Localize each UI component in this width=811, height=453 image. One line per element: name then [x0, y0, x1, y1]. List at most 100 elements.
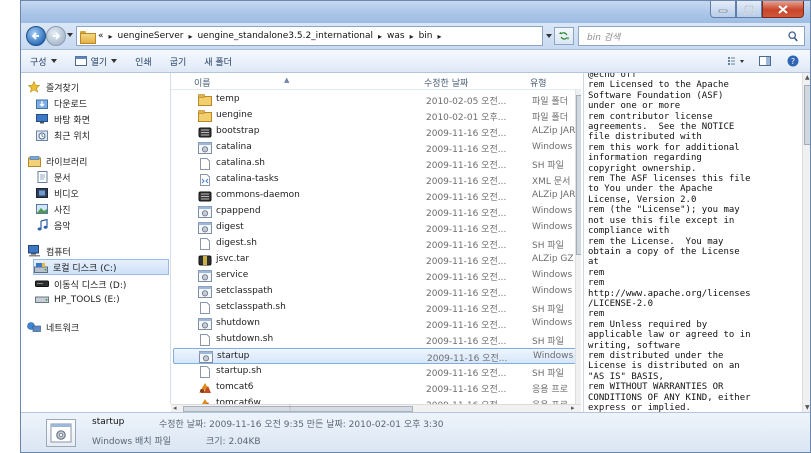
nav-item-network[interactable]: 네트워크: [27, 319, 170, 335]
preview-line: License, Version 2.0: [588, 194, 697, 205]
file-type: XML 문서: [532, 177, 571, 187]
chevron-right-icon[interactable]: ▸: [188, 32, 192, 41]
breadcrumb-item[interactable]: bin: [419, 31, 433, 41]
change-view-button[interactable]: [728, 53, 746, 69]
file-row[interactable]: catalina-tasks 2009-11-16 오전... XML 문서: [173, 172, 577, 188]
file-row[interactable]: cpappend 2009-11-16 오전... Windows: [173, 204, 577, 220]
file-row[interactable]: jsvc.tar 2009-11-16 오전... ALZip GZ: [173, 252, 577, 268]
nav-item-music[interactable]: 음악: [35, 217, 170, 233]
file-list-horizontal-scrollbar[interactable]: ◂ ⦙ ▸: [171, 403, 581, 412]
nav-item-pictures[interactable]: 사진: [35, 201, 170, 217]
file-row[interactable]: catalina 2009-11-16 오전... Windows: [173, 140, 577, 156]
file-row[interactable]: setclasspath.sh 2009-11-16 오전... SH 파일: [173, 300, 577, 316]
file-row[interactable]: tomcat6 2009-11-16 오전... 응용 프로: [173, 380, 577, 396]
title-bar[interactable]: [21, 1, 810, 23]
file-type: SH 파일: [532, 161, 564, 171]
nav-item-documents[interactable]: 문서: [35, 169, 170, 185]
file-type: Windows: [532, 142, 573, 152]
scrollbar-thumb[interactable]: [804, 85, 810, 145]
nav-item-libraries[interactable]: 라이브러리: [27, 153, 170, 169]
file-row[interactable]: bootstrap 2009-11-16 오전... ALZip JAR: [173, 124, 577, 140]
chevron-right-icon[interactable]: ▸: [410, 32, 414, 41]
music-icon: [35, 219, 49, 231]
file-row[interactable]: startup.sh 2009-11-16 오전... SH 파일: [173, 364, 577, 380]
file-name: digest.sh: [216, 238, 257, 248]
scroll-up-icon[interactable]: ▲: [805, 74, 810, 81]
back-button[interactable]: [26, 26, 46, 46]
recent-pages-dropdown[interactable]: [67, 33, 73, 37]
help-button[interactable]: ?: [784, 53, 802, 69]
preview-line: rem: [588, 278, 605, 289]
file-name: jsvc.tar: [216, 254, 250, 264]
burn-button[interactable]: 굽기: [161, 52, 196, 71]
file-row[interactable]: digest 2009-11-16 오전... Windows: [173, 220, 577, 236]
nav-item-desktop[interactable]: 바탕 화면: [35, 111, 170, 127]
file-name: cpappend: [216, 206, 261, 216]
file-row[interactable]: commons-daemon 2009-11-16 오전... ALZip JAR: [173, 188, 577, 204]
chevron-right-icon[interactable]: ▸: [438, 32, 442, 41]
column-header-date[interactable]: 수정한 날짜: [424, 76, 468, 89]
nav-item-recent[interactable]: 최근 위치: [35, 127, 170, 143]
search-icon: [788, 31, 798, 42]
nav-item-downloads[interactable]: 다운로드: [35, 95, 170, 111]
breadcrumb-overflow[interactable]: «: [98, 31, 104, 41]
chevron-right-icon[interactable]: ▸: [378, 32, 382, 41]
print-button[interactable]: 인쇄: [126, 52, 161, 71]
search-input[interactable]: bin 검색: [578, 26, 805, 46]
chevron-right-icon[interactable]: ▸: [109, 32, 113, 41]
minimize-button[interactable]: [710, 1, 736, 18]
scroll-left-icon[interactable]: ◂: [173, 404, 177, 412]
scroll-down-icon[interactable]: ▼: [805, 404, 810, 411]
nav-item-computer[interactable]: 컴퓨터: [27, 243, 170, 259]
breadcrumb-item[interactable]: uengine_standalone3.5.2_international: [197, 31, 373, 41]
scroll-right-icon[interactable]: ▸: [571, 404, 575, 412]
preview-line: copyright ownership.: [588, 163, 697, 174]
scrollbar-thumb[interactable]: [576, 95, 581, 255]
preview-line: to You under the Apache: [588, 184, 713, 195]
file-type: Windows: [533, 351, 574, 361]
file-name: startup.sh: [216, 366, 262, 376]
preview-line: information regarding: [588, 153, 702, 164]
file-date: 2009-11-16 오전...: [426, 241, 507, 251]
preview-line: express or implied.: [588, 403, 691, 412]
file-row[interactable]: service 2009-11-16 오전... Windows: [173, 268, 577, 284]
file-row[interactable]: shutdown 2009-11-16 오전... Windows: [173, 316, 577, 332]
file-list-vertical-scrollbar[interactable]: [575, 90, 581, 404]
file-type: Windows: [532, 222, 573, 232]
preview-pane-button[interactable]: [756, 53, 774, 69]
file-row[interactable]: setclasspath 2009-11-16 오전... Windows: [173, 284, 577, 300]
file-type: 응용 프로: [532, 385, 568, 395]
file-row[interactable]: catalina.sh 2009-11-16 오전... SH 파일: [173, 156, 577, 172]
column-header-name[interactable]: 이름: [194, 76, 211, 89]
file-row[interactable]: tomcat6w2009-11-16 오전...응용 프로: [173, 396, 577, 404]
close-button[interactable]: [762, 1, 804, 18]
nav-item-hp-tools[interactable]: HP_TOOLS (E:): [35, 292, 170, 308]
address-box[interactable]: « ▸ uengineServer ▸ uengine_standalone3.…: [76, 26, 543, 46]
new-folder-button[interactable]: 새 폴더: [195, 52, 241, 71]
desktop-icon: [35, 113, 49, 125]
open-button[interactable]: 열기: [66, 52, 127, 71]
nav-item-videos[interactable]: 비디오: [35, 185, 170, 201]
file-name: catalina-tasks: [216, 174, 279, 184]
hard-drive-icon: [34, 261, 48, 273]
nav-item-removable-disk[interactable]: 이동식 디스크 (D:): [35, 276, 170, 292]
organize-button[interactable]: 구성: [21, 52, 66, 71]
file-row[interactable]: digest.sh 2009-11-16 오전... SH 파일: [173, 236, 577, 252]
address-history-dropdown[interactable]: [546, 34, 552, 38]
preview-line: /LICENSE-2.0: [588, 298, 654, 309]
nav-item-local-disk[interactable]: 로컬 디스크 (C:): [33, 259, 169, 275]
refresh-button[interactable]: [554, 27, 574, 45]
file-row[interactable]: temp 2010-02-05 오전... 파일 폴더: [173, 92, 577, 108]
preview-line: Software Foundation (ASF): [588, 90, 724, 101]
open-label: 열기: [90, 57, 108, 68]
preview-vertical-scrollbar[interactable]: ▲ ▼: [802, 73, 810, 412]
breadcrumb-item[interactable]: uengineServer: [118, 31, 184, 41]
file-row[interactable]: uengine 2010-02-01 오후... 파일 폴더: [173, 108, 577, 124]
file-row[interactable]: startup 2009-11-16 오전... Windows: [173, 348, 577, 364]
column-header-type[interactable]: 유형: [530, 76, 547, 89]
breadcrumb-item[interactable]: was: [387, 31, 405, 41]
maximize-button[interactable]: [736, 1, 762, 18]
nav-item-favorites[interactable]: 즐겨찾기: [27, 79, 170, 95]
forward-button[interactable]: [46, 26, 66, 46]
file-row[interactable]: shutdown.sh 2009-11-16 오전... SH 파일: [173, 332, 577, 348]
